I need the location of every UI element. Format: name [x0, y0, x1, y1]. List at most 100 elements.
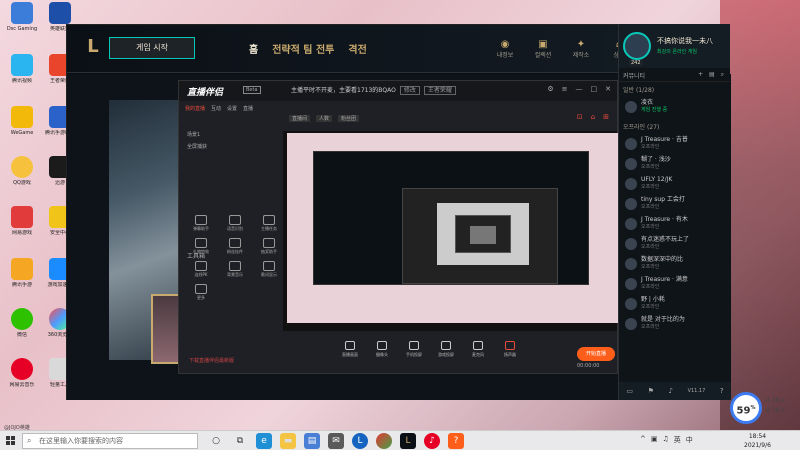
- friend-item[interactable]: J Treasure · 有木 오프라인: [619, 216, 730, 234]
- group-online-header[interactable]: 일반 (1/28): [619, 82, 730, 97]
- desktop-icon[interactable]: 网易游戏: [6, 206, 38, 248]
- store-icon[interactable]: ▤: [304, 433, 320, 449]
- screen-button[interactable]: 直播画面: [339, 341, 361, 358]
- ime-mode[interactable]: 中: [686, 435, 693, 445]
- friend-item[interactable]: 有点迷惑不玩上了 오프라인: [619, 236, 730, 254]
- menu-icon[interactable]: ≡: [562, 85, 568, 93]
- collection-button[interactable]: ▣ 컬렉션: [529, 39, 557, 59]
- tab-interact[interactable]: 互动: [211, 105, 221, 112]
- network-icon[interactable]: ▣: [651, 435, 658, 445]
- settings-icon[interactable]: ⚙: [547, 85, 553, 93]
- music-icon[interactable]: ♪: [424, 433, 440, 449]
- mail-icon[interactable]: ✉: [328, 433, 344, 449]
- friend-item[interactable]: J Treasure · 满意 오프라인: [619, 276, 730, 294]
- preview-nested: [437, 203, 529, 265]
- loot-button[interactable]: ✦ 제작소: [567, 39, 595, 59]
- tool-item[interactable]: 粉丝挂件: [219, 238, 251, 255]
- lock-icon[interactable]: ⊡: [577, 113, 583, 121]
- summoner-status[interactable]: 최강의 온라인 게임: [657, 48, 697, 55]
- network-gauge[interactable]: 59%: [730, 392, 762, 424]
- tool-item[interactable]: 歌词显示: [253, 261, 285, 278]
- minimize-icon[interactable]: —: [576, 85, 583, 93]
- voice-icon[interactable]: ♪: [668, 387, 672, 395]
- desktop-icon[interactable]: 网易云音乐: [6, 358, 38, 400]
- tool-item[interactable]: 礼物特效: [185, 238, 217, 255]
- taskbar-search[interactable]: ⌕ 在这里输入你要搜索的内容: [22, 433, 198, 449]
- group-offline-header[interactable]: 오프라인 (27): [619, 119, 730, 134]
- play-button[interactable]: 게임 시작: [109, 37, 195, 59]
- tool-item[interactable]: 更多: [185, 284, 217, 301]
- add-friend-icon[interactable]: +: [698, 71, 705, 78]
- update-notice[interactable]: 下载直播伴侣最新版: [189, 357, 234, 364]
- search-icon[interactable]: ⌕: [721, 71, 726, 78]
- desktop-icon[interactable]: QQ游戏: [6, 156, 38, 198]
- stream-taskbar-icon[interactable]: ?: [448, 433, 464, 449]
- nav-tft[interactable]: 전략적 팀 전투: [272, 41, 334, 56]
- close-icon[interactable]: ✕: [605, 85, 611, 93]
- nav-home[interactable]: 홈: [249, 41, 258, 56]
- mission-icon[interactable]: ⚑: [648, 387, 654, 395]
- scene-item[interactable]: 场景1: [187, 131, 200, 138]
- ime-lang[interactable]: 英: [674, 435, 681, 445]
- launcher-icon[interactable]: L: [352, 433, 368, 449]
- chat-icon[interactable]: ▭: [626, 387, 633, 395]
- maximize-icon[interactable]: □: [591, 85, 598, 93]
- browser-icon[interactable]: [376, 433, 392, 449]
- desktop-icon[interactable]: WeGame: [6, 106, 38, 148]
- tool-item[interactable]: 弹幕助手: [185, 215, 217, 232]
- avatar[interactable]: [623, 32, 651, 60]
- phone-cast-button[interactable]: 手机投屏: [403, 341, 425, 358]
- category-tag[interactable]: 王者荣耀: [423, 86, 456, 95]
- tool-item[interactable]: 语音识别: [219, 215, 251, 232]
- share-icon[interactable]: ⊞: [603, 113, 609, 121]
- desktop-icon[interactable]: 腾讯手游: [6, 258, 38, 300]
- edge-icon[interactable]: e: [256, 433, 272, 449]
- tool-item[interactable]: 背景音乐: [219, 261, 251, 278]
- camera-button[interactable]: 摄像头: [371, 341, 393, 358]
- nav-clash[interactable]: 격전: [348, 41, 366, 56]
- tool-item[interactable]: 连线PK: [185, 261, 217, 278]
- tray-overflow-icon[interactable]: ^: [640, 435, 646, 445]
- tool-item[interactable]: 抽奖助手: [253, 238, 285, 255]
- speaker-button[interactable]: 扬声器: [499, 341, 521, 358]
- tool-item[interactable]: 主播任务: [253, 215, 285, 232]
- summoner-name[interactable]: 不搞你说我一未八: [657, 36, 713, 46]
- gift-icon[interactable]: ⌂: [591, 113, 595, 121]
- friend-item[interactable]: 就是 对于比的为 오프라인: [619, 316, 730, 334]
- friend-item[interactable]: UFLY 12/JK 오프라인: [619, 176, 730, 194]
- game-cast-button[interactable]: 游戏投屏: [435, 341, 457, 358]
- friend-item[interactable]: tiny sup 工会打 오프라인: [619, 196, 730, 214]
- cortana-icon[interactable]: ○: [208, 433, 224, 449]
- file-explorer-icon[interactable]: ▬: [280, 433, 296, 449]
- go-live-button[interactable]: 开始直播: [577, 347, 615, 361]
- desktop-icon[interactable]: 腾讯视频: [6, 54, 38, 96]
- help-icon[interactable]: ?: [720, 387, 724, 395]
- friend-item[interactable]: 数据深深中的比 오프라인: [619, 256, 730, 274]
- lol-taskbar-icon[interactable]: L: [400, 433, 416, 449]
- tab-my-live[interactable]: 我的直播: [185, 105, 205, 112]
- tab-live[interactable]: 直播: [243, 105, 253, 112]
- tab-settings[interactable]: 设置: [227, 105, 237, 112]
- profile-button[interactable]: ◉ 내정보: [491, 39, 519, 59]
- edit-title-button[interactable]: 修改: [399, 86, 420, 95]
- app-icon: [49, 2, 71, 24]
- friend-item[interactable]: J Treasure · 吉普 오프라인: [619, 136, 730, 154]
- friend-item[interactable]: 凌衣 게임 진행 중: [619, 99, 730, 117]
- clock[interactable]: 18:54 2021/9/6: [744, 432, 771, 450]
- friend-item[interactable]: 野 | 小耗 오프라인: [619, 296, 730, 314]
- volume-icon[interactable]: ♫: [663, 435, 669, 445]
- start-button[interactable]: [6, 436, 16, 446]
- friends-panel: 242 不搞你说我一未八 최강의 온라인 게임 커뮤니티 + ▤ ⌕ 일반 (1…: [618, 24, 731, 400]
- stream-preview[interactable]: [283, 131, 619, 331]
- source-item[interactable]: 全屏捕获: [187, 143, 207, 150]
- friend-avatar: [625, 158, 637, 170]
- task-view-icon[interactable]: ⧉: [232, 433, 248, 449]
- mic-button[interactable]: 麦克风: [467, 341, 489, 358]
- profile-icon: ◉: [500, 39, 510, 50]
- folder-icon[interactable]: ▤: [709, 71, 717, 78]
- desktop-icon[interactable]: Dsc Gaming: [6, 2, 38, 44]
- desktop-icon[interactable]: 微信: [6, 308, 38, 350]
- tool-icon: [263, 261, 275, 271]
- lol-logo-icon[interactable]: L: [81, 35, 105, 59]
- friend-item[interactable]: 糊了 · 浅沙 오프라인: [619, 156, 730, 174]
